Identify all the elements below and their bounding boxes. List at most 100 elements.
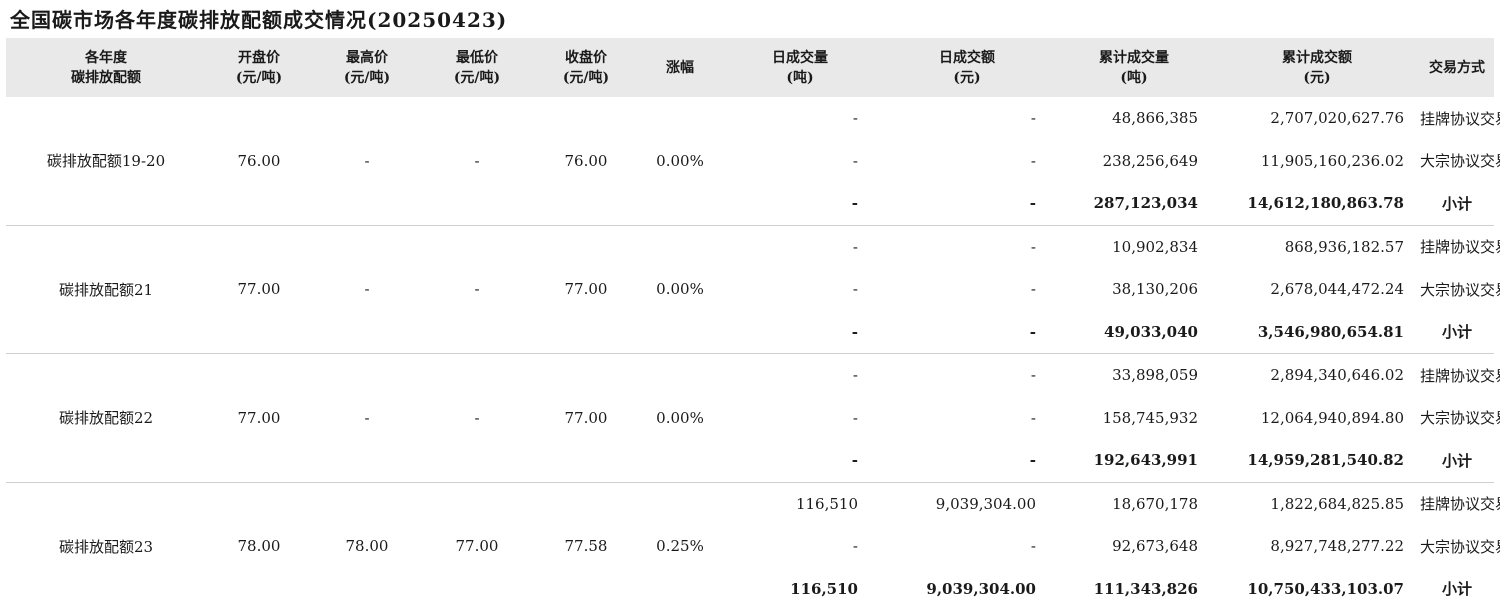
high-price: - (312, 225, 422, 354)
price-change: 0.00% (640, 97, 720, 225)
open-price: 76.00 (206, 97, 312, 225)
trade-method: 大宗协议交易 (1420, 397, 1494, 440)
close-price: 77.00 (532, 225, 640, 354)
daily-volume: 116,510 (720, 482, 880, 525)
table-row: 碳排放配额2378.0078.0077.0077.580.25%116,5109… (6, 482, 1494, 525)
header-daily-amount: 日成交额(元) (880, 38, 1054, 97)
trade-method: 小计 (1420, 311, 1494, 354)
open-price: 77.00 (206, 225, 312, 354)
daily-volume: - (720, 439, 880, 482)
cumulative-amount: 8,927,748,277.22 (1214, 525, 1420, 568)
low-price: - (422, 97, 532, 225)
close-price: 77.00 (532, 354, 640, 483)
header-cum-amount: 累计成交额(元) (1214, 38, 1420, 97)
high-price: - (312, 354, 422, 483)
trade-method: 大宗协议交易 (1420, 525, 1494, 568)
cumulative-amount: 14,612,180,863.78 (1214, 182, 1420, 225)
cumulative-volume: 48,866,385 (1054, 97, 1214, 140)
daily-amount: - (880, 140, 1054, 183)
trade-method: 挂牌协议交易 (1420, 225, 1494, 268)
daily-amount: 9,039,304.00 (880, 568, 1054, 610)
trade-method: 大宗协议交易 (1420, 268, 1494, 311)
table-group: 碳排放配额2277.00--77.000.00%--33,898,0592,89… (6, 354, 1494, 483)
table-row: 碳排放配额19-2076.00--76.000.00%--48,866,3852… (6, 97, 1494, 140)
daily-amount: 9,039,304.00 (880, 482, 1054, 525)
open-price: 77.00 (206, 354, 312, 483)
trade-method: 挂牌协议交易 (1420, 97, 1494, 140)
cumulative-volume: 33,898,059 (1054, 354, 1214, 397)
daily-volume: - (720, 182, 880, 225)
low-price: - (422, 225, 532, 354)
open-price: 78.00 (206, 482, 312, 610)
daily-volume: - (720, 225, 880, 268)
trade-method: 小计 (1420, 568, 1494, 610)
high-price: - (312, 97, 422, 225)
trade-method: 小计 (1420, 182, 1494, 225)
daily-amount: - (880, 268, 1054, 311)
daily-volume: - (720, 268, 880, 311)
cumulative-amount: 2,707,020,627.76 (1214, 97, 1420, 140)
trade-method: 挂牌协议交易 (1420, 354, 1494, 397)
low-price: 77.00 (422, 482, 532, 610)
table-group: 碳排放配额2378.0078.0077.0077.580.25%116,5109… (6, 482, 1494, 610)
header-change: 涨幅 (640, 38, 720, 97)
cumulative-amount: 12,064,940,894.80 (1214, 397, 1420, 440)
daily-volume: 116,510 (720, 568, 880, 610)
daily-volume: - (720, 311, 880, 354)
daily-volume: - (720, 397, 880, 440)
header-open: 开盘价(元/吨) (206, 38, 312, 97)
cumulative-amount: 3,546,980,654.81 (1214, 311, 1420, 354)
cumulative-volume: 158,745,932 (1054, 397, 1214, 440)
low-price: - (422, 354, 532, 483)
daily-volume: - (720, 525, 880, 568)
product-name: 碳排放配额21 (6, 225, 206, 354)
daily-amount: - (880, 182, 1054, 225)
cumulative-volume: 238,256,649 (1054, 140, 1214, 183)
cumulative-amount: 1,822,684,825.85 (1214, 482, 1420, 525)
daily-amount: - (880, 311, 1054, 354)
price-change: 0.00% (640, 225, 720, 354)
cumulative-volume: 192,643,991 (1054, 439, 1214, 482)
cumulative-volume: 92,673,648 (1054, 525, 1214, 568)
daily-volume: - (720, 354, 880, 397)
product-name: 碳排放配额19-20 (6, 97, 206, 225)
price-change: 0.00% (640, 354, 720, 483)
header-product: 各年度碳排放配额 (6, 38, 206, 97)
daily-amount: - (880, 97, 1054, 140)
table-header-row: 各年度碳排放配额 开盘价(元/吨) 最高价(元/吨) 最低价(元/吨) 收盘价(… (6, 38, 1494, 97)
daily-amount: - (880, 354, 1054, 397)
carbon-quota-table: 各年度碳排放配额 开盘价(元/吨) 最高价(元/吨) 最低价(元/吨) 收盘价(… (6, 38, 1494, 610)
high-price: 78.00 (312, 482, 422, 610)
cumulative-volume: 10,902,834 (1054, 225, 1214, 268)
product-name: 碳排放配额23 (6, 482, 206, 610)
cumulative-volume: 38,130,206 (1054, 268, 1214, 311)
trade-method: 大宗协议交易 (1420, 140, 1494, 183)
cumulative-volume: 18,670,178 (1054, 482, 1214, 525)
header-daily-volume: 日成交量(吨) (720, 38, 880, 97)
daily-amount: - (880, 439, 1054, 482)
close-price: 76.00 (532, 97, 640, 225)
daily-amount: - (880, 225, 1054, 268)
header-method: 交易方式 (1420, 38, 1494, 97)
cumulative-volume: 49,033,040 (1054, 311, 1214, 354)
cumulative-amount: 2,894,340,646.02 (1214, 354, 1420, 397)
trade-method: 挂牌协议交易 (1420, 482, 1494, 525)
cumulative-amount: 11,905,160,236.02 (1214, 140, 1420, 183)
header-low: 最低价(元/吨) (422, 38, 532, 97)
trade-method: 小计 (1420, 439, 1494, 482)
header-close: 收盘价(元/吨) (532, 38, 640, 97)
header-high: 最高价(元/吨) (312, 38, 422, 97)
daily-volume: - (720, 140, 880, 183)
page-title: 全国碳市场各年度碳排放配额成交情况(20250423) (10, 4, 507, 33)
header-cum-volume: 累计成交量(吨) (1054, 38, 1214, 97)
table-row: 碳排放配额2177.00--77.000.00%--10,902,834868,… (6, 225, 1494, 268)
table-group: 碳排放配额2177.00--77.000.00%--10,902,834868,… (6, 225, 1494, 354)
daily-amount: - (880, 525, 1054, 568)
price-change: 0.25% (640, 482, 720, 610)
cumulative-volume: 111,343,826 (1054, 568, 1214, 610)
close-price: 77.58 (532, 482, 640, 610)
cumulative-amount: 868,936,182.57 (1214, 225, 1420, 268)
cumulative-amount: 14,959,281,540.82 (1214, 439, 1420, 482)
daily-volume: - (720, 97, 880, 140)
table-group: 碳排放配额19-2076.00--76.000.00%--48,866,3852… (6, 97, 1494, 225)
